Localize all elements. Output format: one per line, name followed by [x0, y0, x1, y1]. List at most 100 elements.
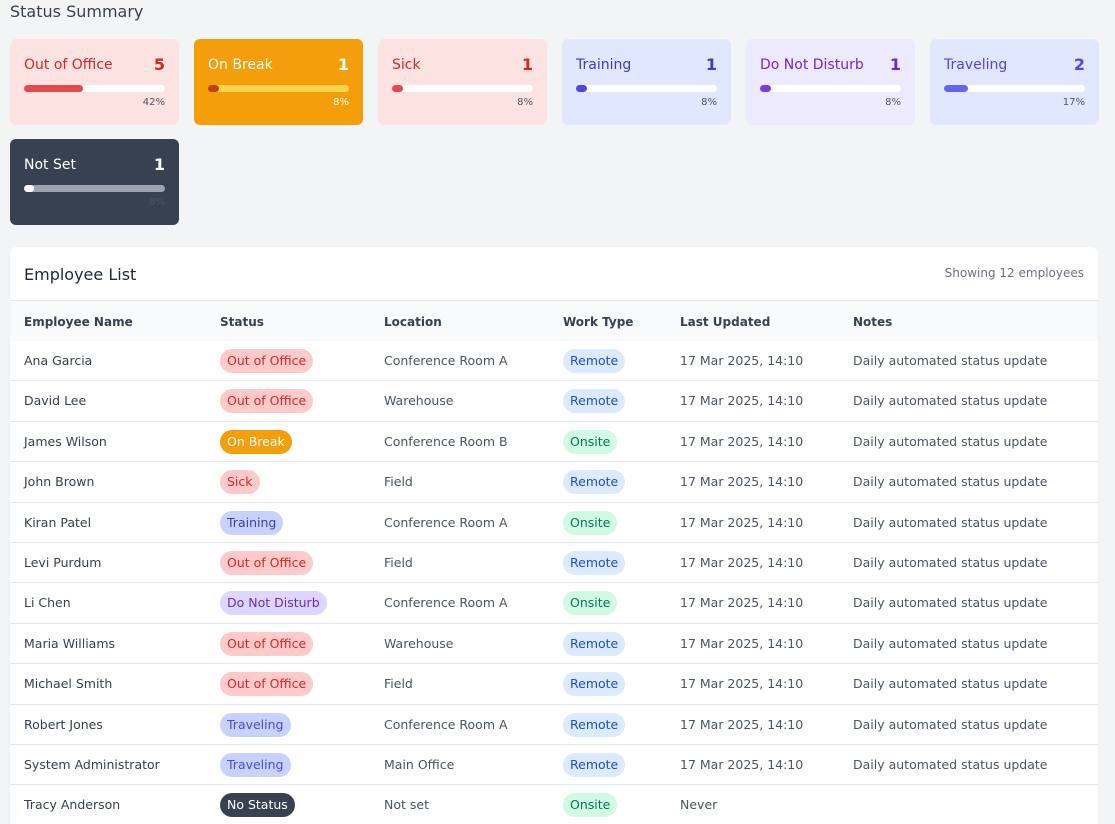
- status-card-percent: 17%: [1062, 97, 1085, 108]
- status-card[interactable]: Sick 1 8%: [378, 39, 547, 125]
- employee-notes: Daily automated status update: [853, 595, 1048, 611]
- employee-name: Robert Jones: [24, 716, 103, 732]
- status-card[interactable]: Traveling 2 17%: [930, 39, 1099, 125]
- column-employee-name[interactable]: Employee Name: [24, 315, 133, 329]
- status-card[interactable]: On Break 1 8%: [194, 39, 363, 125]
- employee-location: Warehouse: [384, 393, 454, 409]
- status-card-percent: 8%: [701, 97, 717, 108]
- status-badge: Traveling: [220, 753, 291, 777]
- status-card-count: 5: [153, 55, 165, 74]
- status-badge: Out of Office: [220, 349, 314, 373]
- status-progress-fill: [208, 85, 220, 92]
- status-card-percent: 8%: [885, 97, 901, 108]
- table-row[interactable]: System Administrator Traveling Main Office…: [10, 745, 1098, 786]
- table-row[interactable]: John Brown Sick Field Remote 17 Mar 2025, 14…: [10, 462, 1098, 503]
- status-card-count: 1: [153, 155, 165, 174]
- status-progress-fill: [576, 85, 588, 92]
- work-type-badge: Onsite: [563, 793, 618, 818]
- employee-notes: Daily automated status update: [853, 555, 1048, 570]
- status-card[interactable]: Training 1 8%: [562, 39, 731, 125]
- status-card[interactable]: Do Not Disturb 1 8%: [746, 39, 915, 125]
- employee-notes: Daily automated status update: [853, 676, 1048, 692]
- table-row[interactable]: James Wilson On Break Conference Room B Ons…: [10, 422, 1098, 463]
- table-row[interactable]: Maria Williams Out of Office Warehouse Remo…: [10, 624, 1098, 665]
- employee-name: Ana Garcia: [24, 353, 93, 368]
- status-card[interactable]: Out of Office 5 42%: [10, 39, 179, 125]
- table-row[interactable]: Tracy Anderson No Status Not set Onsite Neve…: [10, 785, 1098, 824]
- employee-list-panel: Employee List Showing 12 employees Emplo…: [10, 247, 1098, 824]
- column-location[interactable]: Location: [384, 315, 442, 329]
- status-badge: Training: [220, 510, 284, 535]
- employee-notes: Daily automated status update: [853, 635, 1048, 651]
- work-type-badge: Onsite: [563, 591, 618, 616]
- last-updated: 17 Mar 2025, 14:10: [680, 393, 804, 409]
- status-card-label: Not Set: [24, 156, 76, 173]
- status-card-count: 1: [521, 55, 533, 74]
- last-updated: 17 Mar 2025, 14:10: [680, 474, 804, 490]
- table-row[interactable]: Ana Garcia Out of Office Conference Room A…: [10, 341, 1098, 382]
- status-badge: Do Not Disturb: [220, 591, 327, 616]
- last-updated: 17 Mar 2025, 14:10: [680, 716, 804, 732]
- table-row[interactable]: Kiran Patel Training Conference Room A Onsi…: [10, 503, 1098, 543]
- last-updated: 17 Mar 2025, 14:10: [680, 353, 804, 368]
- employee-name: System Administrator: [24, 757, 160, 772]
- table-row[interactable]: Michael Smith Out of Office Field Remote 17 …: [10, 664, 1098, 705]
- column-status[interactable]: Status: [220, 315, 264, 329]
- work-type-badge: Remote: [563, 470, 626, 495]
- status-card-percent: 8%: [149, 197, 165, 208]
- work-type-badge: Remote: [563, 712, 626, 737]
- last-updated: 17 Mar 2025, 14:10: [680, 635, 804, 651]
- table-header: Employee Name Status Location Work Type …: [10, 300, 1098, 341]
- work-type-badge: Remote: [563, 389, 626, 414]
- employee-notes: Daily automated status update: [853, 757, 1048, 772]
- status-card-count: 1: [889, 55, 901, 74]
- status-badge: Traveling: [220, 712, 291, 737]
- last-updated: 17 Mar 2025, 14:10: [680, 433, 804, 449]
- work-type-badge: Remote: [563, 672, 626, 697]
- last-updated: 17 Mar 2025, 14:10: [680, 514, 804, 530]
- employee-notes: Daily automated status update: [853, 514, 1048, 530]
- column-notes[interactable]: Notes: [853, 315, 892, 329]
- employee-name: David Lee: [24, 393, 87, 409]
- employee-location: Main Office: [384, 757, 455, 772]
- status-card-label: Training: [576, 56, 632, 73]
- status-card[interactable]: Not Set 1 8%: [10, 139, 179, 225]
- status-progress-fill: [24, 185, 34, 192]
- last-updated: 17 Mar 2025, 14:10: [680, 676, 804, 692]
- status-card-percent: 8%: [333, 97, 349, 108]
- work-type-badge: Onsite: [563, 510, 618, 535]
- status-progress-bar: [392, 85, 533, 92]
- column-work-type[interactable]: Work Type: [563, 315, 633, 329]
- employee-name: Levi Purdum: [24, 555, 102, 570]
- table-row[interactable]: Levi Purdum Out of Office Field Remote 17 Ma…: [10, 543, 1098, 584]
- employee-location: Conference Room B: [384, 433, 508, 449]
- employee-location: Conference Room A: [384, 595, 508, 611]
- table-row[interactable]: Li Chen Do Not Disturb Conference Room A On…: [10, 583, 1098, 624]
- employee-name: Li Chen: [24, 595, 71, 611]
- employee-name: John Brown: [24, 474, 95, 490]
- employee-location: Field: [384, 474, 413, 490]
- table-row[interactable]: David Lee Out of Office Warehouse Remote 17 …: [10, 381, 1098, 422]
- status-badge: Out of Office: [220, 389, 314, 414]
- last-updated: 17 Mar 2025, 14:10: [680, 595, 804, 611]
- status-progress-fill: [760, 85, 772, 92]
- last-updated: Never: [680, 797, 718, 813]
- table-row[interactable]: Robert Jones Traveling Conference Room A Re…: [10, 705, 1098, 745]
- status-progress-fill: [24, 85, 84, 92]
- employee-location: Conference Room A: [384, 716, 508, 732]
- status-card-label: Traveling: [944, 56, 1008, 73]
- employee-name: Kiran Patel: [24, 514, 92, 530]
- employee-location: Conference Room A: [384, 353, 508, 368]
- employee-name: Michael Smith: [24, 676, 113, 692]
- status-progress-bar: [760, 85, 901, 92]
- work-type-badge: Remote: [563, 753, 626, 777]
- status-card-label: Do Not Disturb: [760, 56, 864, 73]
- employee-name: Maria Williams: [24, 635, 116, 651]
- status-progress-bar: [24, 185, 165, 192]
- work-type-badge: Remote: [563, 631, 626, 656]
- column-last-updated[interactable]: Last Updated: [680, 315, 770, 329]
- status-card-count: 2: [1073, 55, 1085, 74]
- employee-location: Field: [384, 555, 413, 570]
- employee-location: Field: [384, 676, 413, 692]
- status-card-label: Sick: [392, 56, 421, 73]
